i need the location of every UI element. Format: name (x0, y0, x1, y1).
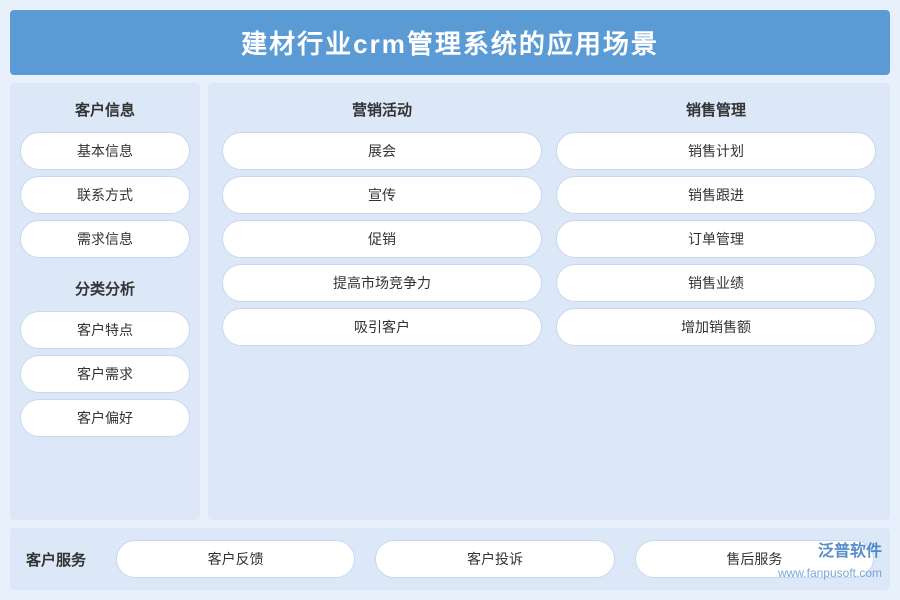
sales-column: 销售管理 销售计划 销售跟进 订单管理 销售业绩 增加销售额 (556, 95, 876, 508)
customer-service-label: 客户服务 (26, 549, 86, 570)
watermark-url: www.fanpusoft.com (778, 564, 882, 582)
list-item[interactable]: 客户投诉 (375, 540, 614, 578)
list-item[interactable]: 宣传 (222, 176, 542, 214)
list-item[interactable]: 客户需求 (20, 355, 190, 393)
section2-header: 分类分析 (20, 274, 190, 305)
watermark: 泛普软件 www.fanpusoft.com (778, 540, 882, 582)
watermark-logo: 泛普软件 (778, 540, 882, 564)
list-item[interactable]: 基本信息 (20, 132, 190, 170)
list-item[interactable]: 客户反馈 (116, 540, 355, 578)
list-item[interactable]: 需求信息 (20, 220, 190, 258)
list-item[interactable]: 促销 (222, 220, 542, 258)
list-item[interactable]: 客户特点 (20, 311, 190, 349)
marketing-column: 营销活动 展会 宣传 促销 提高市场竞争力 吸引客户 (222, 95, 542, 508)
marketing-header: 营销活动 (222, 95, 542, 126)
list-item[interactable]: 销售业绩 (556, 264, 876, 302)
list-item[interactable]: 展会 (222, 132, 542, 170)
list-item[interactable]: 增加销售额 (556, 308, 876, 346)
main-content: 客户信息 基本信息 联系方式 需求信息 分类分析 客户特点 客户需求 客户偏好 … (10, 83, 890, 520)
sales-header: 销售管理 (556, 95, 876, 126)
section1-header: 客户信息 (20, 95, 190, 126)
list-item[interactable]: 提高市场竞争力 (222, 264, 542, 302)
left-panel: 客户信息 基本信息 联系方式 需求信息 分类分析 客户特点 客户需求 客户偏好 (10, 83, 200, 520)
list-item[interactable]: 吸引客户 (222, 308, 542, 346)
list-item[interactable]: 销售计划 (556, 132, 876, 170)
page-title: 建材行业crm管理系统的应用场景 (10, 10, 890, 75)
list-item[interactable]: 销售跟进 (556, 176, 876, 214)
bottom-bar: 客户服务 客户反馈 客户投诉 售后服务 (10, 528, 890, 590)
page-wrapper: 建材行业crm管理系统的应用场景 客户信息 基本信息 联系方式 需求信息 分类分… (0, 0, 900, 600)
list-item[interactable]: 订单管理 (556, 220, 876, 258)
right-panel: 营销活动 展会 宣传 促销 提高市场竞争力 吸引客户 销售管理 销售计划 销售跟… (208, 83, 890, 520)
list-item[interactable]: 联系方式 (20, 176, 190, 214)
list-item[interactable]: 客户偏好 (20, 399, 190, 437)
